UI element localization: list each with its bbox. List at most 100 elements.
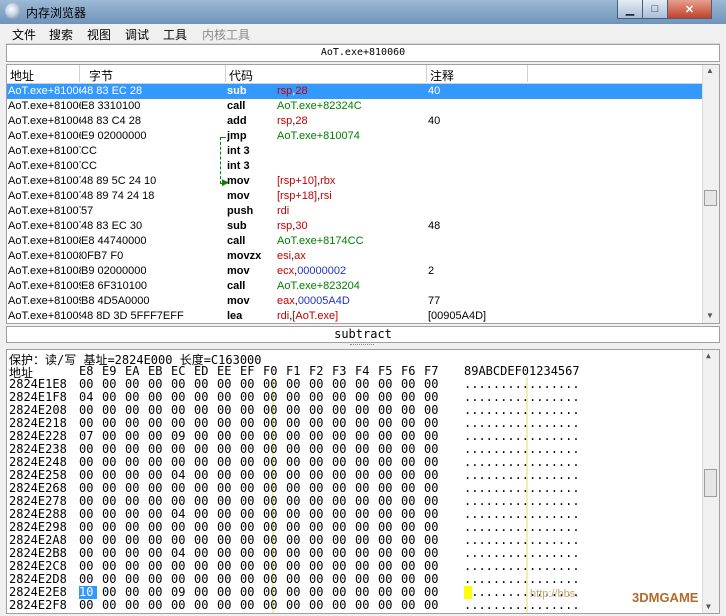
- column-opcode[interactable]: 代码: [229, 67, 253, 84]
- minimize-button[interactable]: ▁: [617, 0, 643, 19]
- column-divider[interactable]: [79, 65, 80, 82]
- instruction-comment: 48: [428, 220, 441, 232]
- column-divider[interactable]: [527, 65, 528, 82]
- operand: rdi: [277, 310, 290, 322]
- column-comment[interactable]: 注释: [430, 67, 454, 84]
- instruction-address: AoT.exe+81007E: [8, 205, 81, 217]
- operand: rbx: [320, 175, 336, 187]
- disasm-scrollbar[interactable]: ▲ ▼: [702, 65, 719, 323]
- menu-file[interactable]: 文件: [12, 26, 36, 43]
- disasm-row[interactable]: AoT.exe+810072CC int 3: [7, 144, 703, 159]
- disasm-address-header[interactable]: AoT.exe+810060: [6, 44, 720, 62]
- hex-scrollbar[interactable]: ▲ ▼: [702, 350, 719, 613]
- instruction-bytes: 48 8D 3D 5FFF7EFF: [81, 310, 184, 322]
- column-divider[interactable]: [426, 65, 427, 82]
- hex-byte[interactable]: 00: [401, 599, 419, 612]
- menu-view[interactable]: 视图: [87, 26, 111, 43]
- disasm-row[interactable]: AoT.exe+810095B8 4D5A0000 mov eax,00005A4D…: [7, 294, 703, 309]
- hex-byte[interactable]: 00: [378, 599, 396, 612]
- instruction-operands: ecx,00000002: [277, 264, 346, 279]
- disasm-row[interactable]: AoT.exe+81006048 83 EC 28 sub rsp,28 40: [7, 84, 703, 99]
- hex-column-label: EF: [240, 364, 255, 378]
- instruction-bytes: CC: [81, 160, 97, 172]
- disasm-row[interactable]: AoT.exe+810064E8 3310100 call AoT.exe+8232…: [7, 99, 703, 114]
- app-icon: [5, 3, 21, 19]
- instruction-address: AoT.exe+810083: [8, 235, 81, 247]
- close-button[interactable]: ✕: [667, 0, 712, 19]
- disasm-row[interactable]: AoT.exe+81008BB9 02000000 mov ecx,00000002…: [7, 264, 703, 279]
- instruction-comment: [00905A4D]: [428, 310, 487, 322]
- window-title: 内存浏览器: [26, 6, 87, 20]
- maximize-button[interactable]: □: [642, 0, 668, 19]
- menu-tools[interactable]: 工具: [163, 26, 187, 43]
- instruction-operands: AoT.exe+823204: [277, 279, 360, 294]
- hex-row: 2824E2F8 00 00 00 00 00 00 00 00 00 00 00 00 00 00 00 00…: [7, 599, 707, 612]
- column-divider[interactable]: [225, 65, 226, 82]
- hex-byte[interactable]: 00: [171, 599, 189, 612]
- ascii-column-header: 89ABCDEF01234567: [464, 364, 580, 378]
- disasm-row[interactable]: AoT.exe+81006948 83 C4 28 add rsp,28 40: [7, 114, 703, 129]
- hex-row-address: 2824E2F8: [9, 598, 67, 612]
- hex-byte[interactable]: 00: [240, 599, 258, 612]
- disasm-row[interactable]: AoT.exe+81009A48 8D 3D 5FFF7EFF lea rdi,[A…: [7, 309, 703, 323]
- hex-byte[interactable]: 00: [286, 599, 304, 612]
- instruction-bytes: 48 83 EC 30: [81, 220, 143, 232]
- disasm-row[interactable]: AoT.exe+810073CC int 3: [7, 159, 703, 174]
- hex-ascii[interactable]: ................: [464, 599, 580, 612]
- scroll-up-icon[interactable]: ▲: [706, 66, 714, 75]
- scroll-up-icon[interactable]: ▲: [706, 351, 711, 360]
- title-bar[interactable]: 内存浏览器 ▁ □ ✕: [0, 0, 726, 24]
- hex-byte[interactable]: 00: [148, 599, 166, 612]
- instruction-address: AoT.exe+810072: [8, 145, 81, 157]
- hex-column-label: F5: [378, 364, 393, 378]
- hex-scroll-thumb[interactable]: [704, 469, 717, 497]
- disasm-scroll-thumb[interactable]: [704, 190, 717, 206]
- menu-debug[interactable]: 调试: [125, 26, 149, 43]
- disassembler-view[interactable]: 地址 字节 代码 注释 AoT.exe+81006048 83 EC 28 sub…: [6, 64, 720, 324]
- disasm-column-header: 地址 字节 代码 注释: [7, 65, 719, 84]
- disasm-row[interactable]: AoT.exe+81007948 89 74 24 18 mov [rsp+18],…: [7, 189, 703, 204]
- instruction-opcode: call: [227, 280, 246, 292]
- scroll-down-icon[interactable]: ▼: [706, 311, 714, 320]
- menu-search[interactable]: 搜索: [49, 26, 73, 43]
- hex-byte[interactable]: 00: [332, 599, 350, 612]
- hex-byte[interactable]: 00: [102, 599, 120, 612]
- disasm-row[interactable]: AoT.exe+81007F48 83 EC 30 sub rsp,30 48: [7, 219, 703, 234]
- hex-byte[interactable]: 00: [309, 599, 327, 612]
- operand: rsi: [320, 190, 332, 202]
- hex-column-label: F4: [355, 364, 370, 378]
- operand: ecx: [277, 265, 295, 277]
- hex-byte[interactable]: 00: [217, 599, 235, 612]
- disasm-row[interactable]: AoT.exe+810090E8 6F310100 call AoT.exe+823…: [7, 279, 703, 294]
- hex-byte[interactable]: 00: [263, 599, 281, 612]
- operand: rsp: [277, 220, 293, 232]
- instruction-opcode: lea: [227, 310, 243, 322]
- hex-byte[interactable]: 00: [194, 599, 212, 612]
- hex-byte[interactable]: 00: [125, 599, 143, 612]
- instruction-bytes: B9 02000000: [81, 265, 147, 277]
- instruction-opcode: mov: [227, 295, 250, 307]
- operand: AoT.exe+82324C: [277, 100, 362, 112]
- scroll-down-icon[interactable]: ▼: [706, 602, 711, 611]
- disasm-row[interactable]: AoT.exe+810083E8 44740000 call AoT.exe+817…: [7, 234, 703, 249]
- column-address[interactable]: 地址: [10, 67, 34, 84]
- pane-splitter[interactable]: [350, 344, 374, 348]
- instruction-opcode: mov: [227, 175, 250, 187]
- hex-byte[interactable]: 00: [355, 599, 373, 612]
- jump-arrow-icon: ▶: [222, 177, 229, 187]
- instruction-operands: rsp,28: [277, 114, 308, 129]
- disasm-row[interactable]: AoT.exe+8100880FB7 F0 movzx esi,ax: [7, 249, 703, 264]
- instruction-comment: 40: [428, 115, 441, 127]
- hex-byte[interactable]: 00: [79, 599, 97, 612]
- hex-view[interactable]: 保护：读/写 基址=2824E000 长度=C163000 地址 E8 E9 EA E…: [6, 349, 720, 614]
- operand: esi: [277, 250, 292, 262]
- disasm-row[interactable]: AoT.exe+81007448 89 5C 24 10 mov [rsp+10],…: [7, 174, 703, 189]
- hex-column-label: E8: [79, 364, 94, 378]
- operand: 28: [295, 115, 308, 127]
- hex-byte[interactable]: 00: [424, 599, 442, 612]
- instruction-comment: 40: [428, 85, 441, 97]
- menu-kernel-tools[interactable]: 内核工具: [202, 26, 250, 43]
- disasm-row[interactable]: AoT.exe+81007E57 push rdi: [7, 204, 703, 219]
- column-bytes[interactable]: 字节: [89, 67, 113, 84]
- disasm-row[interactable]: AoT.exe+81006DE9 02000000 jmp AoT.exe+8100…: [7, 129, 703, 144]
